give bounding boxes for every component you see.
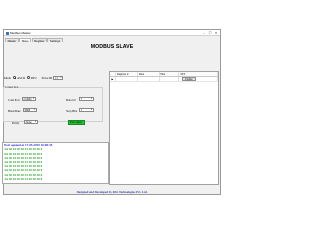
footer-credit: Designed and Developed by RSL Technologi… [76, 189, 148, 194]
stop-bits-select[interactable]: 1 ▼ [79, 108, 94, 113]
mode-row: Mode ASCII RTU Slave ID 13 ▼ [4, 75, 64, 80]
page-title: MODBUS SLAVE [90, 43, 134, 50]
register-cell[interactable] [116, 76, 138, 81]
tab-slave[interactable]: Slave [19, 37, 32, 43]
data-cell[interactable] [138, 76, 160, 81]
column-header-data: Data [138, 71, 160, 76]
stop-bits-label: Stop Bits [66, 108, 78, 113]
column-header-set: SET [179, 71, 218, 76]
chevron-down-icon: ▼ [33, 109, 36, 111]
com-port-value: COM4 [23, 98, 32, 101]
chevron-down-icon: ▼ [32, 98, 35, 100]
parity-select[interactable]: None ▼ [24, 120, 38, 125]
parity-value: None [25, 121, 32, 124]
close-icon[interactable]: ✕ [213, 31, 219, 36]
ascii-radio[interactable] [13, 76, 17, 79]
data-bit-value: 7 [80, 98, 82, 101]
set-cell: Update [179, 76, 218, 81]
log-panel[interactable]: Port opened at 17-05-2019 16:00:35 3A 30… [2, 141, 109, 184]
stop-bits-value: 1 [80, 109, 82, 112]
slave-id-select[interactable]: 13 ▼ [53, 75, 64, 80]
com-port-label: Com Port [8, 97, 20, 102]
ascii-label: ASCII [16, 75, 25, 80]
connection-group [3, 86, 103, 122]
connection-title: Connection [4, 84, 20, 89]
com-port-select[interactable]: COM4 ▼ [22, 97, 36, 102]
register-table: Register # Data Hex SET ▶ Update [109, 70, 219, 185]
chevron-down-icon: ▼ [59, 76, 63, 79]
data-bit-select[interactable]: 7 ▼ [79, 97, 94, 102]
baud-rate-value: 9600 [24, 109, 31, 112]
title-bar: Modbus Master – ☐ ✕ [4, 30, 220, 36]
tab-settings[interactable]: Settings [47, 37, 63, 43]
column-header-register: Register # [116, 71, 138, 76]
data-bit-label: Data bit [66, 97, 76, 102]
port-open-button[interactable]: Port Open [67, 119, 85, 125]
slave-id-value: 13 [55, 76, 58, 80]
chevron-down-icon: ▼ [90, 98, 93, 100]
rtu-label: RTU [30, 75, 37, 80]
table-row[interactable]: ▶ Update [110, 76, 218, 82]
update-button[interactable]: Update [181, 77, 196, 81]
hex-cell[interactable] [160, 76, 180, 81]
chevron-down-icon: ▼ [90, 109, 93, 111]
window-title: Modbus Master [10, 31, 31, 36]
rtu-radio[interactable] [27, 76, 31, 79]
log-line: 3A 30 44 20 30 33 20 30 30 0 [4, 176, 43, 181]
parity-label: Parity [12, 120, 20, 125]
tab-master[interactable]: Master [5, 37, 19, 43]
baud-rate-label: Baud Rate [8, 108, 21, 113]
app-icon [5, 31, 9, 35]
mode-label: Mode [4, 75, 11, 80]
tab-register[interactable]: Register [31, 37, 48, 43]
slave-id-label: Slave ID [41, 75, 53, 80]
column-header-hex: Hex [160, 71, 180, 76]
chevron-down-icon: ▼ [34, 121, 37, 123]
tab-bar: Master Slave Register Settings [5, 37, 63, 43]
baud-rate-select[interactable]: 9600 ▼ [23, 108, 37, 113]
